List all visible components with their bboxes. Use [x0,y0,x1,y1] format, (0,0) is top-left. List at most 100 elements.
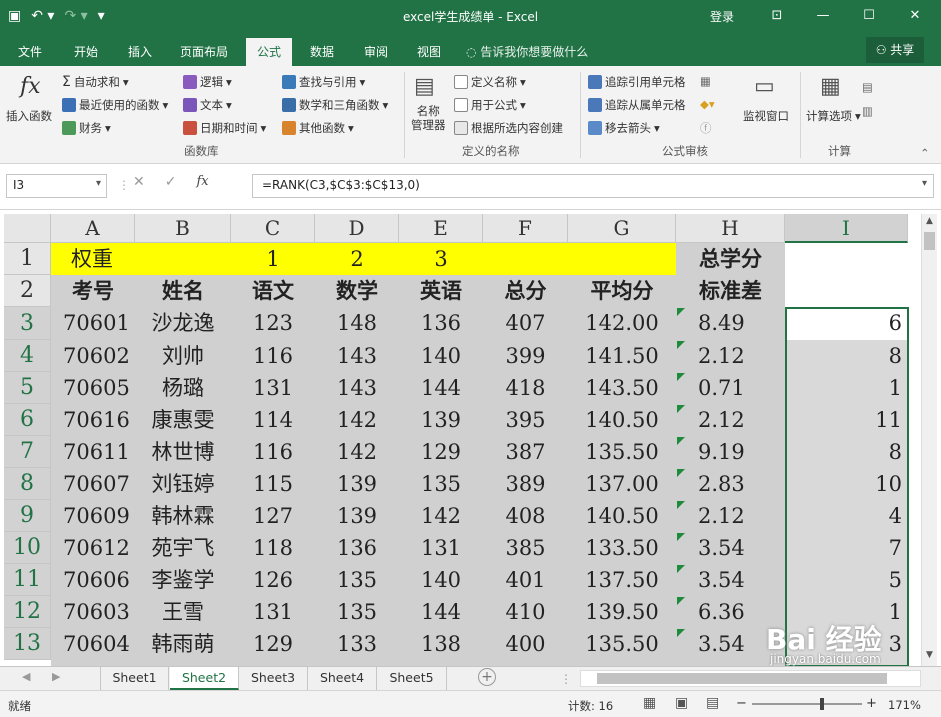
data-cell[interactable]: 苑宇飞 [135,532,231,564]
enter-icon[interactable]: ✓ [165,174,177,190]
formula-input[interactable]: =RANK(C3,$C$3:$C$13,0) ▾ [252,174,934,198]
cell-e1[interactable]: 3 [399,243,483,275]
data-cell[interactable]: 118 [231,532,315,564]
data-cell[interactable]: 395 [483,404,568,436]
data-cell[interactable]: 韩林霖 [135,500,231,532]
zoom-out-icon[interactable]: − [736,696,747,711]
data-cell[interactable]: 2.83 [676,468,785,500]
zoom-thumb[interactable] [820,698,824,710]
worksheet-grid[interactable]: ▲ ▼ A B C D E F G H I 1 2 3 4 5 6 7 8 9 10 11 12 13 权重 1 2 3 总学分 考号… [0,210,941,667]
column-header-f[interactable]: F [483,214,568,243]
data-cell[interactable]: 127 [231,500,315,532]
data-cell[interactable]: 135 [399,468,483,500]
row-header-1[interactable]: 1 [4,243,51,275]
column-header-h[interactable]: H [676,214,785,243]
recent-functions-button[interactable]: 最近使用的函数 ▾ [62,97,168,113]
data-cell[interactable]: 140 [399,564,483,596]
data-cell[interactable]: 70602 [51,340,135,372]
sheet-tab-1[interactable]: Sheet1 [100,667,169,690]
data-cell[interactable]: 143 [315,340,399,372]
minimize-icon[interactable]: — [800,4,846,28]
data-cell[interactable]: 70609 [51,500,135,532]
error-checking-icon[interactable]: ◆▾ [700,97,715,111]
data-cell[interactable]: 136 [315,532,399,564]
data-cell[interactable]: 139 [315,468,399,500]
data-cell[interactable]: 林世博 [135,436,231,468]
evaluate-formula-icon[interactable]: ⓕ [700,120,712,136]
column-header-e[interactable]: E [399,214,483,243]
create-from-selection-button[interactable]: 根据所选内容创建 [454,120,563,136]
chevron-down-icon[interactable]: ▾ [96,178,101,189]
define-name-button[interactable]: 定义名称 ▾ [454,74,526,90]
row-header-9[interactable]: 9 [4,500,51,532]
tab-file[interactable]: 文件 [18,43,42,60]
data-cell[interactable]: 135 [315,564,399,596]
data-cell[interactable]: 140 [399,340,483,372]
data-cell[interactable]: 142 [399,500,483,532]
data-cell[interactable]: 9.19 [676,436,785,468]
header-cell-h2[interactable]: 标准差 [676,275,785,307]
sheet-tab-4[interactable]: Sheet4 [308,667,377,690]
tab-formulas[interactable]: 公式 [246,38,293,66]
data-cell[interactable]: 133.50 [568,532,676,564]
logical-button[interactable]: 逻辑 ▾ [183,74,232,90]
data-cell[interactable]: 385 [483,532,568,564]
data-cell[interactable]: 115 [231,468,315,500]
row-header-2[interactable]: 2 [4,275,51,307]
data-cell[interactable]: 王雪 [135,596,231,628]
data-cell[interactable]: 116 [231,340,315,372]
data-cell[interactable]: 139 [315,500,399,532]
data-cell[interactable]: 144 [399,596,483,628]
math-button[interactable]: 数学和三角函数 ▾ [282,97,388,113]
cell-c1[interactable]: 1 [231,243,315,275]
data-cell[interactable]: 131 [231,372,315,404]
data-cell[interactable]: 399 [483,340,568,372]
data-cell[interactable]: 139.50 [568,596,676,628]
show-formulas-icon[interactable]: ▦ [700,74,711,88]
data-cell[interactable]: 126 [231,564,315,596]
data-cell[interactable]: 康惠雯 [135,404,231,436]
add-sheet-icon[interactable]: + [478,668,496,686]
trace-precedents-button[interactable]: 追踪引用单元格 [588,74,686,90]
normal-view-icon[interactable]: ▦ [643,695,656,711]
header-cell-d2[interactable]: 数学 [315,275,399,307]
tab-page-layout[interactable]: 页面布局 [180,43,228,60]
scroll-up-icon[interactable]: ▲ [924,216,935,230]
data-cell[interactable]: 142.00 [568,307,676,339]
cell-a1[interactable]: 权重 [71,243,135,275]
data-cell[interactable]: 123 [231,307,315,339]
data-cell[interactable]: 133 [315,628,399,660]
data-cell[interactable]: 389 [483,468,568,500]
maximize-icon[interactable]: ☐ [846,4,892,28]
scroll-down-icon[interactable]: ▼ [924,650,935,664]
data-cell[interactable]: 116 [231,436,315,468]
column-header-i[interactable]: I [785,214,908,243]
data-cell[interactable]: 140.50 [568,404,676,436]
row-header-4[interactable]: 4 [4,340,51,372]
tab-data[interactable]: 数据 [310,43,334,60]
data-cell[interactable]: 129 [399,436,483,468]
name-manager-icon[interactable]: ▤ [414,74,435,99]
data-cell[interactable]: 沙龙逸 [135,307,231,339]
data-cell[interactable]: 418 [483,372,568,404]
data-cell[interactable]: 70604 [51,628,135,660]
data-cell[interactable]: 70601 [51,307,135,339]
page-layout-icon[interactable]: ▣ [675,695,688,711]
data-cell[interactable]: 70616 [51,404,135,436]
insert-function-icon[interactable]: fx [20,74,41,99]
data-cell[interactable]: 杨璐 [135,372,231,404]
login-link[interactable]: 登录 [710,8,734,25]
datetime-button[interactable]: 日期和时间 ▾ [183,120,266,136]
row-header-12[interactable]: 12 [4,596,51,628]
data-cell[interactable]: 李鉴学 [135,564,231,596]
tab-view[interactable]: 视图 [417,43,441,60]
cell-h1[interactable]: 总学分 [676,243,785,275]
data-cell[interactable]: 148 [315,307,399,339]
more-functions-button[interactable]: 其他函数 ▾ [282,120,354,136]
data-cell[interactable]: 142 [315,404,399,436]
data-cell[interactable]: 410 [483,596,568,628]
tab-home[interactable]: 开始 [74,43,98,60]
use-in-formula-button[interactable]: 用于公式 ▾ [454,97,526,113]
data-cell[interactable]: 135.50 [568,628,676,660]
tab-review[interactable]: 审阅 [364,43,388,60]
